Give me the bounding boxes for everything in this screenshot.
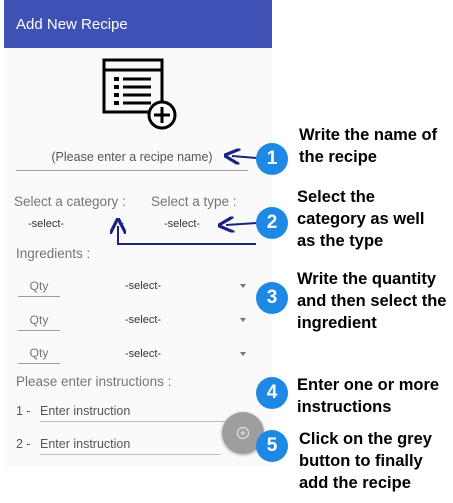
step-badge: 4 [256, 377, 288, 409]
step-note: Select the category as well as the type [297, 188, 425, 250]
step-note: Click on the grey button to finally add … [299, 430, 432, 492]
step-badge: 1 [256, 143, 288, 175]
step-note: Enter one or more instructions [297, 376, 440, 416]
arrow-to-name-input [232, 156, 257, 158]
step-badge: 3 [256, 282, 288, 314]
arrow-to-type-select [226, 223, 257, 225]
arrow-to-category-select [118, 226, 256, 245]
step-note: Write the quantity and then select the i… [297, 270, 447, 332]
step-badge: 5 [256, 430, 288, 462]
step-note: Write the name of the recipe [299, 126, 438, 166]
step-badge: 2 [256, 207, 288, 239]
